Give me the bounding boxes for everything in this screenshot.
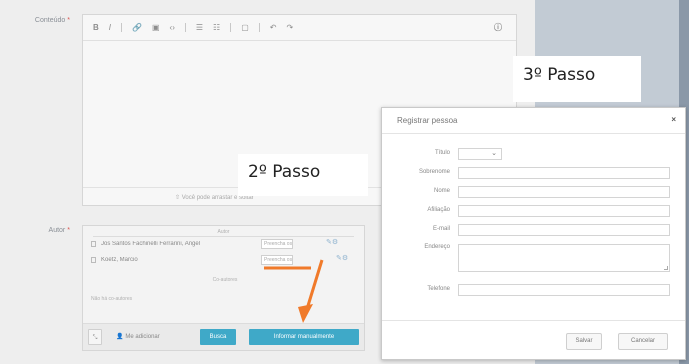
author-name: Koetz, Marcio — [101, 257, 138, 263]
numbered-list-icon[interactable]: ☷ — [213, 23, 220, 32]
authors-box: Autor Jos Santos Fachinelli Ferrarini, A… — [82, 225, 365, 351]
expand-button[interactable]: ⤡ — [88, 329, 102, 345]
email-field-label: E-mail — [432, 226, 450, 232]
dialog-footer: Salvar Cancelar — [382, 320, 685, 359]
drag-handle-icon[interactable] — [91, 241, 96, 247]
editor-toolbar: B I 🔗 ▣ ‹› ☰ ☷ ▢ ↶ ↷ ⓘ — [83, 15, 516, 41]
add-me-button[interactable]: 👤 Me adicionar — [109, 329, 167, 345]
required-mark: * — [67, 227, 70, 234]
dialog-title: Registrar pessoa — [397, 116, 458, 125]
surname-input[interactable] — [458, 167, 670, 179]
toolbar-separator — [230, 23, 232, 32]
authors-section-title: Autor — [93, 229, 354, 237]
resize-grip[interactable] — [664, 266, 668, 270]
toolbar-separator — [184, 23, 186, 32]
phone-field-label: Telefone — [427, 286, 450, 292]
register-person-dialog: Registrar pessoa × Título ⌄ Sobrenome No… — [381, 107, 686, 360]
author-label-text: Autor — [48, 227, 66, 234]
code-icon[interactable]: ‹› — [170, 23, 175, 32]
step3-text: 3º Passo — [523, 65, 596, 85]
author-label: Autor * — [10, 227, 70, 234]
title-select[interactable]: ⌄ — [458, 148, 502, 160]
affiliation-field-label: Afiliação — [427, 207, 450, 213]
toolbar-separator — [258, 23, 260, 32]
close-icon[interactable]: × — [671, 115, 676, 124]
surname-field-label: Sobrenome — [418, 169, 450, 175]
author-action-icons[interactable]: ✎⚙ — [326, 238, 338, 246]
coauthors-empty-note: Não há co-autores — [91, 296, 133, 302]
bullet-list-icon[interactable]: ☰ — [196, 23, 203, 32]
add-me-label: Me adicionar — [125, 334, 160, 340]
phone-input[interactable] — [458, 284, 670, 296]
address-field-label: Endereço — [424, 244, 450, 250]
drag-handle-icon[interactable] — [91, 257, 96, 263]
required-mark: * — [67, 17, 70, 24]
coauthors-title: Co-autores — [212, 277, 238, 283]
step2-callout: 2º Passo — [238, 154, 368, 196]
author-row: Koetz, Marcio — [91, 257, 271, 263]
title-field-label: Título — [434, 150, 450, 156]
author-role-input[interactable]: Preencha os — [261, 255, 293, 265]
block-icon[interactable]: ▢ — [241, 23, 249, 32]
undo-icon[interactable]: ↶ — [270, 23, 277, 32]
save-button[interactable]: Salvar — [566, 333, 602, 350]
author-row: Jos Santos Fachinelli Ferrarini, Angel — [91, 241, 271, 247]
image-icon[interactable]: ▣ — [152, 23, 160, 32]
italic-button[interactable]: I — [109, 23, 111, 32]
screenshot-canvas: Conteúdo * B I 🔗 ▣ ‹› ☰ ☷ ▢ ↶ ↷ ⓘ ⇧ Você … — [0, 0, 689, 364]
affiliation-input[interactable] — [458, 205, 670, 217]
cancel-button[interactable]: Cancelar — [618, 333, 668, 350]
author-role-input[interactable]: Preencha os — [261, 239, 293, 249]
address-textarea[interactable] — [458, 244, 670, 272]
bold-button[interactable]: B — [93, 23, 99, 32]
search-button[interactable]: Busca — [200, 329, 236, 345]
name-field-label: Nome — [433, 188, 450, 194]
manual-entry-button[interactable]: Informar manualmente — [249, 329, 359, 345]
content-label-text: Conteúdo — [34, 17, 66, 24]
toolbar-separator — [121, 23, 123, 32]
link-icon[interactable]: 🔗 — [132, 23, 142, 32]
step3-callout: 3º Passo — [513, 56, 641, 102]
author-action-icons[interactable]: ✎⚙ — [336, 254, 348, 262]
step2-text: 2º Passo — [248, 162, 321, 182]
author-actions-bar: ⤡ 👤 Me adicionar Busca Informar manualme… — [83, 323, 364, 350]
author-name: Jos Santos Fachinelli Ferrarini, Angel — [101, 241, 201, 247]
info-icon[interactable]: ⓘ — [494, 22, 502, 33]
content-label: Conteúdo * — [10, 17, 70, 24]
email-input[interactable] — [458, 224, 670, 236]
name-input[interactable] — [458, 186, 670, 198]
dialog-header: Registrar pessoa × — [382, 108, 685, 134]
redo-icon[interactable]: ↷ — [286, 23, 293, 32]
